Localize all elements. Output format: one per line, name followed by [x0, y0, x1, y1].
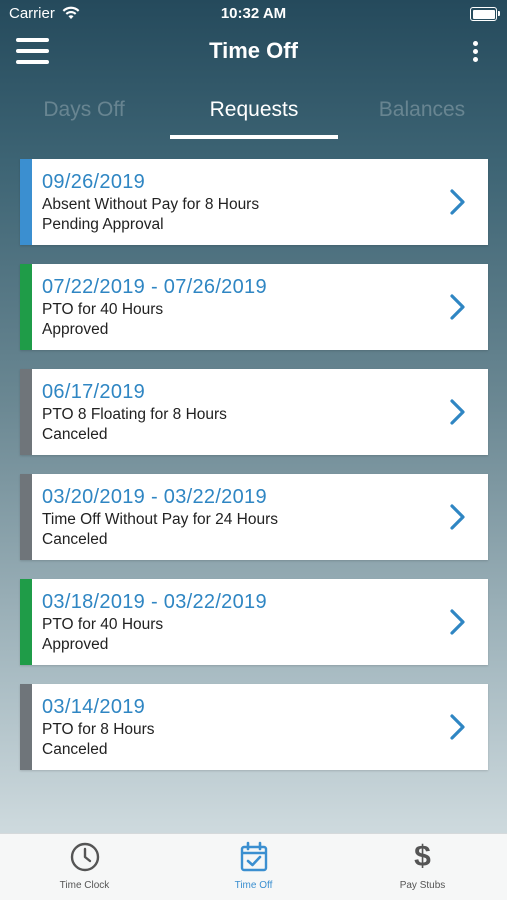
status-bar: Carrier 10:32 AM [0, 0, 507, 28]
request-type: PTO 8 Floating for 8 Hours [42, 406, 227, 423]
chevron-right-icon [450, 189, 465, 215]
request-card[interactable]: 09/26/2019 Absent Without Pay for 8 Hour… [20, 159, 488, 245]
tab-requests[interactable]: Requests [170, 92, 338, 140]
request-type: Absent Without Pay for 8 Hours [42, 196, 260, 213]
request-card[interactable]: 03/20/2019 - 03/22/2019 Time Off Without… [20, 474, 488, 560]
calendar-check-icon [240, 841, 267, 872]
request-dates: 07/22/2019 - 07/26/2019 [42, 276, 267, 298]
request-dates: 03/20/2019 - 03/22/2019 [42, 486, 267, 508]
tabbar-time-off[interactable]: Time Off [169, 834, 338, 900]
request-dates: 03/14/2019 [42, 696, 146, 718]
request-type: Time Off Without Pay for 24 Hours [42, 511, 279, 528]
tab-days-off[interactable]: Days Off [0, 92, 168, 140]
tab-balances[interactable]: Balances [338, 92, 506, 140]
request-list: 09/26/2019 Absent Without Pay for 8 Hour… [20, 159, 488, 789]
chevron-right-icon [450, 609, 465, 635]
more-options-icon[interactable] [471, 41, 479, 63]
tabbar-time-clock[interactable]: Time Clock [0, 834, 169, 900]
request-status: Approved [42, 636, 109, 653]
request-status: Canceled [42, 741, 108, 758]
dollar-icon: $ [414, 840, 431, 873]
tabbar-label: Time Clock [59, 880, 110, 891]
request-type: PTO for 40 Hours [42, 301, 164, 318]
request-card[interactable]: 06/17/2019 PTO 8 Floating for 8 Hours Ca… [20, 369, 488, 455]
request-status: Canceled [42, 426, 108, 443]
tabbar-label: Time Off [234, 880, 273, 891]
clock-icon [70, 842, 99, 872]
chevron-right-icon [450, 714, 465, 740]
active-tab-indicator [170, 135, 338, 139]
segment-tabs: Days Off Requests Balances [0, 92, 507, 140]
request-status: Approved [42, 321, 109, 338]
bottom-tab-bar: Time Clock Time Off $ Pay Stubs [0, 833, 507, 900]
request-card[interactable]: 03/14/2019 PTO for 8 Hours Canceled [20, 684, 488, 770]
nav-bar: Time Off [0, 28, 507, 76]
chevron-right-icon [450, 399, 465, 425]
chevron-right-icon [450, 504, 465, 530]
tabbar-label: Pay Stubs [399, 880, 446, 891]
request-dates: 09/26/2019 [42, 171, 146, 193]
request-status: Pending Approval [42, 216, 164, 233]
status-time: 10:32 AM [220, 5, 287, 22]
request-dates: 06/17/2019 [42, 381, 146, 403]
request-status: Canceled [42, 531, 108, 548]
request-type: PTO for 40 Hours [42, 616, 164, 633]
request-card[interactable]: 07/22/2019 - 07/26/2019 PTO for 40 Hours… [20, 264, 488, 350]
request-dates: 03/18/2019 - 03/22/2019 [42, 591, 267, 613]
request-card[interactable]: 03/18/2019 - 03/22/2019 PTO for 40 Hours… [20, 579, 488, 665]
tabbar-pay-stubs[interactable]: $ Pay Stubs [338, 834, 507, 900]
request-type: PTO for 8 Hours [42, 721, 155, 738]
chevron-right-icon [450, 294, 465, 320]
page-title: Time Off [209, 38, 298, 63]
battery-icon [470, 7, 500, 21]
